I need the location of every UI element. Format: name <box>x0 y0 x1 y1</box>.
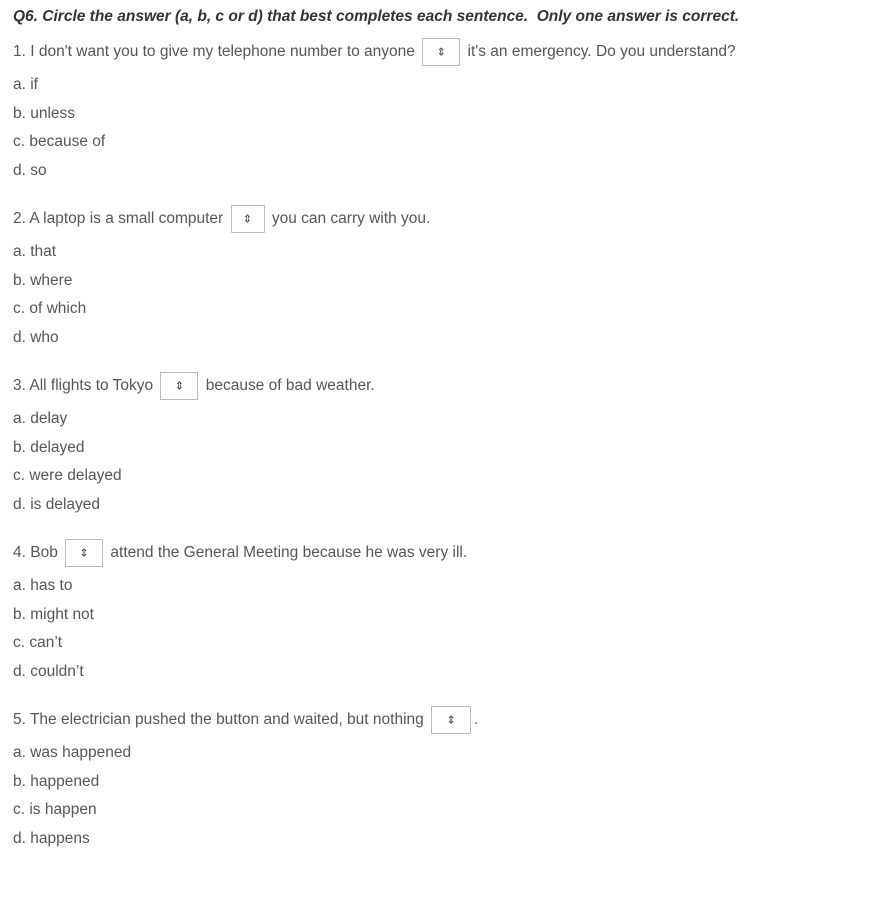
option-item: a. if <box>13 76 38 94</box>
option-item: d. happens <box>13 829 90 847</box>
question-stem-5: 5. The electrician pushed the button and… <box>13 706 892 735</box>
updown-arrow-icon: ⇕ <box>242 212 253 226</box>
option-item: b. might not <box>13 605 94 623</box>
question-stem-3-after: because of bad weather. <box>201 377 375 395</box>
answer-select-3[interactable]: ⇕ <box>160 372 199 401</box>
question-block-5: 5. The electrician pushed the button and… <box>13 706 892 853</box>
question-block-1: 1. I don't want you to give my telephone… <box>13 38 892 185</box>
quiz-sheet: Q6. Circle the answer (a, b, c or d) tha… <box>0 0 892 853</box>
question-stem-5-after: . <box>474 711 479 729</box>
answer-select-2[interactable]: ⇕ <box>230 205 265 234</box>
updown-arrow-icon: ⇕ <box>174 379 185 393</box>
option-item: d. is delayed <box>13 495 101 513</box>
option-item: b. delayed <box>13 438 85 456</box>
option-item: a. was happened <box>13 744 132 762</box>
option-item: d. so <box>13 161 47 179</box>
answer-select-5[interactable]: ⇕ <box>431 706 472 735</box>
option-item: c. of which <box>13 300 87 318</box>
option-item: c. were delayed <box>13 467 122 485</box>
option-item: a. that <box>13 243 57 261</box>
question-stem-2: 2. A laptop is a small computer ⇕ you ca… <box>13 205 892 234</box>
updown-arrow-icon: ⇕ <box>446 713 456 727</box>
question-stem-4: 4. Bob ⇕ attend the General Meeting beca… <box>13 539 892 568</box>
answer-select-1[interactable]: ⇕ <box>422 38 461 66</box>
answer-select-4[interactable]: ⇕ <box>65 539 104 568</box>
question-stem-1-after: it's an emergency. Do you understand? <box>463 43 736 60</box>
updown-arrow-icon: ⇕ <box>79 546 89 560</box>
question-block-2: 2. A laptop is a small computer ⇕ you ca… <box>13 205 892 352</box>
question-stem-1: 1. I don't want you to give my telephone… <box>13 38 892 66</box>
quiz-heading: Q6. Circle the answer (a, b, c or d) tha… <box>13 8 740 25</box>
question-stem-4-after: attend the General Meeting because he wa… <box>106 544 468 562</box>
question-stem-3: 3. All flights to Tokyo ⇕ because of bad… <box>13 372 892 401</box>
question-stem-1-before: 1. I don't want you to give my telephone… <box>13 43 420 60</box>
option-item: a. has to <box>13 577 73 595</box>
option-item: b. where <box>13 271 73 289</box>
question-stem-5-before: 5. The electrician pushed the button and… <box>13 711 429 729</box>
options-list-5: a. was happened b. happened c. is happen… <box>13 739 892 853</box>
option-item: b. unless <box>13 104 76 122</box>
option-item: c. because of <box>13 133 106 151</box>
question-stem-4-before: 4. Bob <box>13 544 63 562</box>
options-list-2: a. that b. where c. of which d. who <box>13 238 892 352</box>
question-stem-2-before: 2. A laptop is a small computer <box>13 210 228 228</box>
option-item: d. couldn’t <box>13 662 84 680</box>
option-item: c. can’t <box>13 634 63 652</box>
option-item: d. who <box>13 328 59 346</box>
option-item: a. delay <box>13 410 68 428</box>
option-item: b. happened <box>13 772 100 790</box>
options-list-4: a. has to b. might not c. can’t d. could… <box>13 572 892 686</box>
question-stem-2-after: you can carry with you. <box>267 210 431 228</box>
options-list-3: a. delay b. delayed c. were delayed d. i… <box>13 405 892 519</box>
question-stem-3-before: 3. All flights to Tokyo <box>13 377 158 395</box>
updown-arrow-icon: ⇕ <box>436 45 446 59</box>
option-item: c. is happen <box>13 801 97 819</box>
question-block-4: 4. Bob ⇕ attend the General Meeting beca… <box>13 539 892 686</box>
question-block-3: 3. All flights to Tokyo ⇕ because of bad… <box>13 372 892 519</box>
options-list-1: a. if b. unless c. because of d. so <box>13 71 892 185</box>
